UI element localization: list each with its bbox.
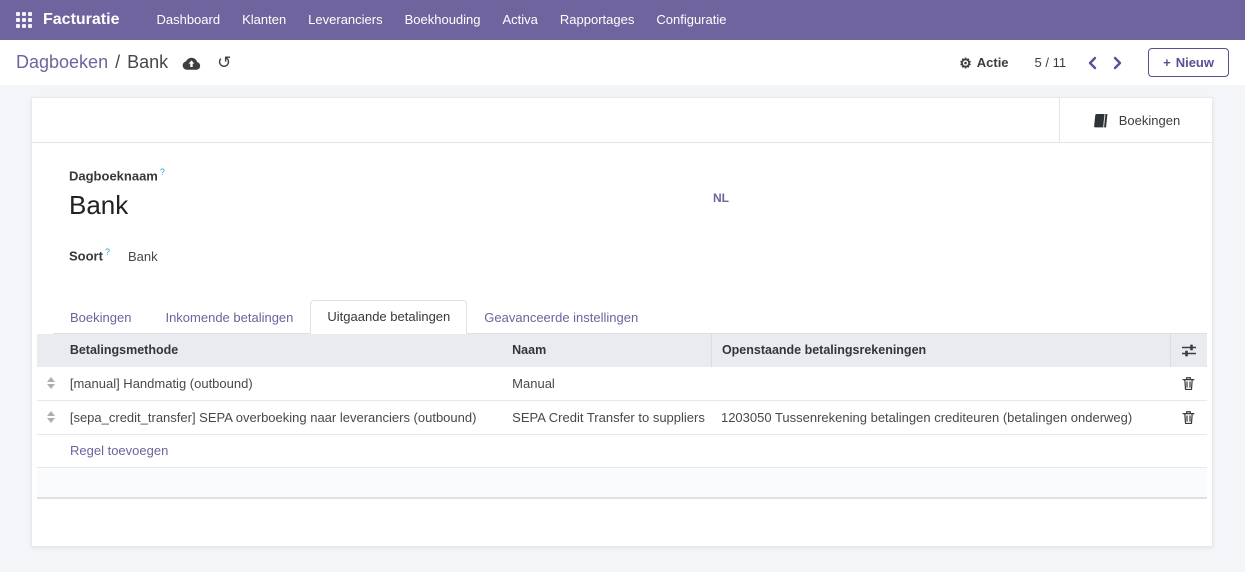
- table-header-row: Betalingsmethode Naam Openstaande betali…: [37, 334, 1207, 367]
- book-icon: [1092, 113, 1110, 129]
- cell-betalingsmethode[interactable]: [sepa_credit_transfer] SEPA overboeking …: [65, 401, 507, 434]
- undo-icon[interactable]: ↺: [217, 54, 231, 71]
- name-field-label: Dagboeknaam: [69, 168, 158, 183]
- trash-icon[interactable]: [1182, 410, 1195, 425]
- new-button-label: Nieuw: [1176, 55, 1214, 70]
- breadcrumb-separator: /: [115, 52, 120, 73]
- add-line-link[interactable]: Regel toevoegen: [37, 435, 1207, 467]
- cell-openstaande-rekeningen[interactable]: 1203050 Tussenrekening betalingen credit…: [711, 401, 1170, 434]
- tab-geavanceerde-instellingen[interactable]: Geavanceerde instellingen: [467, 301, 655, 334]
- add-line-row: Regel toevoegen: [37, 434, 1207, 467]
- cell-naam[interactable]: Manual: [507, 367, 711, 400]
- form-sheet: Boekingen Dagboeknaam? Bank NL Soort? Ba…: [31, 97, 1213, 547]
- cell-openstaande-rekeningen[interactable]: [711, 367, 1170, 400]
- drag-handle-icon[interactable]: [47, 377, 55, 389]
- handle-column-header: [37, 334, 65, 367]
- tab-inkomende-betalingen[interactable]: Inkomende betalingen: [148, 301, 310, 334]
- new-record-button[interactable]: + Nieuw: [1148, 48, 1229, 77]
- column-header-openstaande-betalingsrekeningen[interactable]: Openstaande betalingsrekeningen: [711, 334, 1170, 367]
- drag-handle-icon[interactable]: [47, 411, 55, 423]
- table-row[interactable]: [manual] Handmatig (outbound) Manual: [37, 367, 1207, 400]
- nav-item-dashboard[interactable]: Dashboard: [145, 0, 231, 40]
- table-footer-row: [37, 467, 1207, 499]
- navbar-menu: Dashboard Klanten Leveranciers Boekhoudi…: [145, 0, 737, 40]
- notebook-tabs: Boekingen Inkomende betalingen Uitgaande…: [53, 300, 1207, 334]
- action-menu-button[interactable]: ⚙ Actie: [959, 55, 1008, 70]
- gear-icon: ⚙: [959, 56, 972, 70]
- pager-previous-button[interactable]: [1080, 56, 1105, 70]
- action-menu-label: Actie: [977, 55, 1009, 70]
- table-row[interactable]: [sepa_credit_transfer] SEPA overboeking …: [37, 400, 1207, 434]
- journal-type-select[interactable]: Bank: [128, 249, 158, 264]
- nav-item-klanten[interactable]: Klanten: [231, 0, 297, 40]
- cell-naam[interactable]: SEPA Credit Transfer to suppliers: [507, 401, 711, 434]
- app-brand[interactable]: Facturatie: [43, 11, 119, 29]
- pager-next-button[interactable]: [1105, 56, 1130, 70]
- breadcrumb-parent[interactable]: Dagboeken: [16, 52, 108, 73]
- apps-grid-icon[interactable]: [16, 12, 33, 29]
- type-field-label: Soort: [69, 249, 103, 264]
- nav-item-boekhouding[interactable]: Boekhouding: [394, 0, 492, 40]
- pager-value[interactable]: 5 / 11: [1035, 55, 1067, 70]
- cloud-save-icon[interactable]: [182, 56, 201, 70]
- button-box: Boekingen: [32, 98, 1212, 143]
- cell-betalingsmethode[interactable]: [manual] Handmatig (outbound): [65, 367, 507, 400]
- journal-name-input[interactable]: Bank: [69, 190, 128, 220]
- nav-item-leveranciers[interactable]: Leveranciers: [297, 0, 393, 40]
- tab-boekingen[interactable]: Boekingen: [53, 301, 148, 334]
- optional-columns-icon[interactable]: [1181, 344, 1197, 357]
- control-panel-right: ⚙ Actie 5 / 11 + Nieuw: [959, 48, 1229, 77]
- name-help-icon: ?: [160, 167, 165, 177]
- trash-icon[interactable]: [1182, 376, 1195, 391]
- column-header-naam[interactable]: Naam: [507, 334, 711, 367]
- stat-button-label: Boekingen: [1119, 113, 1180, 128]
- stat-button-boekingen[interactable]: Boekingen: [1059, 98, 1212, 143]
- tab-uitgaande-betalingen[interactable]: Uitgaande betalingen: [310, 300, 467, 334]
- form-fields: Dagboeknaam? Bank NL Soort? Bank: [32, 143, 1212, 264]
- column-header-betalingsmethode[interactable]: Betalingsmethode: [65, 334, 507, 367]
- form-view: Boekingen Dagboeknaam? Bank NL Soort? Ba…: [0, 85, 1245, 547]
- translation-badge[interactable]: NL: [713, 191, 729, 205]
- control-panel: Dagboeken / Bank ↺ ⚙ Actie 5 / 11 + Nie: [0, 40, 1245, 85]
- nav-item-rapportages[interactable]: Rapportages: [549, 0, 645, 40]
- top-navbar: Facturatie Dashboard Klanten Leverancier…: [0, 0, 1245, 40]
- table-body: [manual] Handmatig (outbound) Manual: [37, 367, 1207, 434]
- nav-item-configuratie[interactable]: Configuratie: [645, 0, 737, 40]
- type-help-icon: ?: [105, 247, 110, 257]
- plus-icon: +: [1163, 55, 1171, 70]
- breadcrumb-current: Bank: [127, 52, 168, 73]
- nav-item-activa[interactable]: Activa: [492, 0, 549, 40]
- payment-methods-table: Betalingsmethode Naam Openstaande betali…: [37, 334, 1207, 499]
- breadcrumb: Dagboeken / Bank ↺: [16, 52, 231, 73]
